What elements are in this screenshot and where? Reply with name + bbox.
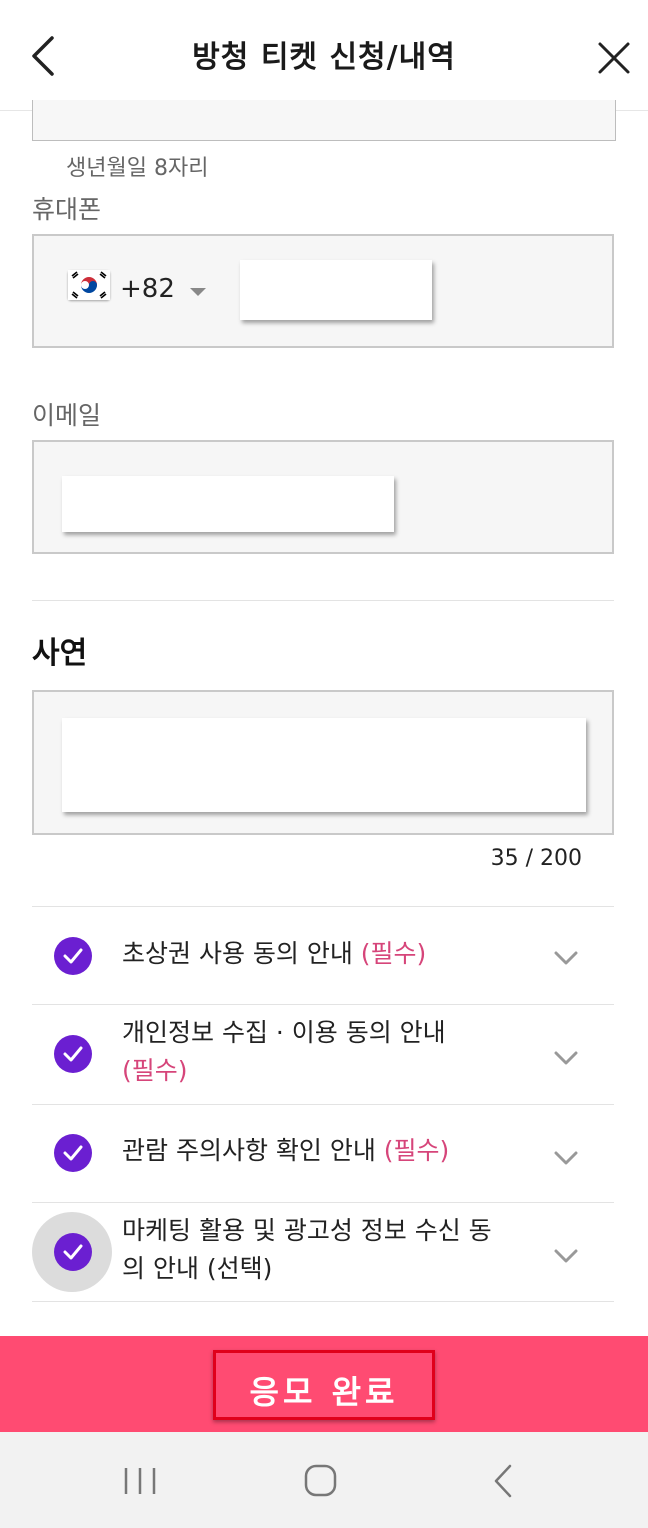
back-nav-icon[interactable] — [474, 1458, 534, 1504]
agreement-viewing-caution[interactable]: 관람 주의사항 확인 안내 (필수) — [32, 1105, 614, 1203]
page-title: 방청 티켓 신청/내역 — [192, 40, 456, 75]
email-label: 이메일 — [32, 401, 102, 430]
agreement-personal-info[interactable]: 개인정보 수집 · 이용 동의 안내 (필수) — [32, 1005, 614, 1103]
phone-label: 휴대폰 — [32, 195, 102, 224]
phone-number-input[interactable] — [240, 260, 432, 320]
app-header: 방청 티켓 신청/내역 — [0, 0, 648, 111]
home-icon[interactable] — [290, 1458, 350, 1504]
chevron-down-icon[interactable] — [554, 1051, 578, 1065]
character-counter: 35 / 200 — [490, 846, 582, 871]
story-title: 사연 — [32, 636, 88, 671]
agreement-portrait-rights[interactable]: 초상권 사용 동의 안내 (필수) — [32, 907, 614, 1005]
agreement-label: 초상권 사용 동의 안내 (필수) — [122, 939, 427, 968]
check-icon[interactable] — [54, 937, 92, 975]
check-icon[interactable] — [54, 1233, 92, 1271]
submit-label: 응모 완료 — [249, 1373, 399, 1411]
email-input[interactable] — [62, 476, 394, 532]
birthdate-hint: 생년월일 8자리 — [66, 156, 209, 181]
check-icon[interactable] — [54, 1134, 92, 1172]
divider — [32, 1301, 614, 1302]
chevron-down-icon[interactable] — [554, 1249, 578, 1263]
agreement-label: 마케팅 활용 및 광고성 정보 수신 동의 안내 (선택) — [122, 1216, 492, 1283]
chevron-down-icon[interactable] — [554, 951, 578, 965]
dropdown-caret-icon[interactable] — [190, 288, 206, 296]
birthdate-input[interactable] — [32, 100, 616, 141]
story-textarea[interactable] — [62, 718, 586, 812]
submit-button[interactable]: 응모 완료 — [213, 1350, 435, 1420]
agreement-label: 개인정보 수집 · 이용 동의 안내 (필수) — [122, 1018, 446, 1085]
korea-flag-icon[interactable] — [68, 270, 110, 300]
country-code[interactable]: +82 — [120, 274, 175, 304]
close-icon[interactable] — [594, 38, 634, 78]
chevron-down-icon[interactable] — [554, 1151, 578, 1165]
recent-apps-icon[interactable] — [110, 1458, 170, 1504]
agreement-label: 관람 주의사항 확인 안내 (필수) — [122, 1136, 450, 1165]
agreement-marketing[interactable]: 마케팅 활용 및 광고성 정보 수신 동의 안내 (선택) — [32, 1203, 614, 1301]
check-icon[interactable] — [54, 1035, 92, 1073]
divider — [32, 600, 614, 601]
